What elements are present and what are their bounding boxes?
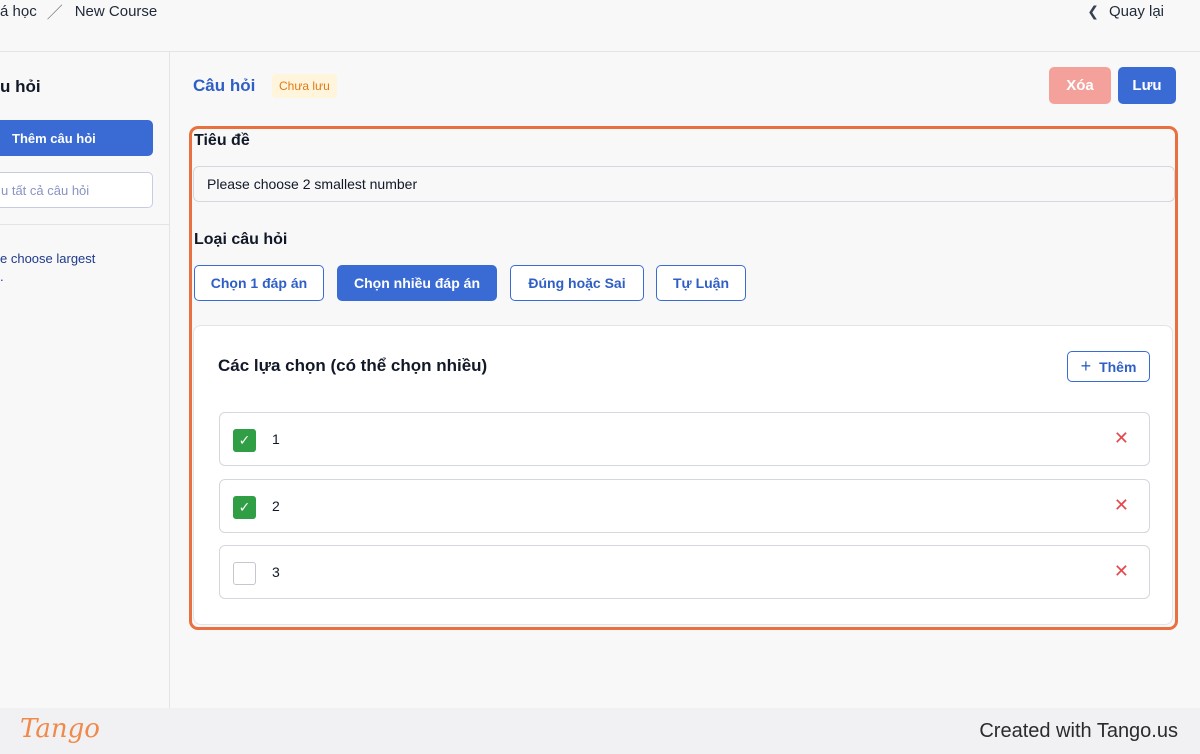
check-icon: ✓	[238, 499, 251, 515]
check-icon: ✓	[238, 432, 251, 448]
sidebar: u hỏi Thêm câu hỏi u tất cả câu hỏi e ch…	[0, 52, 170, 708]
chevron-left-icon: ❮	[1087, 2, 1099, 19]
top-bar: á học ／ New Course ❮ Quay lại	[0, 0, 1200, 52]
type-multiple-choice-button[interactable]: Chọn nhiều đáp án	[337, 265, 497, 301]
created-with-credit: Created with Tango.us	[979, 720, 1178, 742]
save-button[interactable]: Lưu	[1118, 67, 1176, 104]
title-label: Tiêu đề	[194, 132, 250, 149]
sidebar-item-label-line2: .	[0, 269, 4, 284]
title-input[interactable]: Please choose 2 smallest number	[193, 166, 1175, 202]
status-badge: Chưa lưu	[272, 74, 337, 98]
type-true-false-button[interactable]: Đúng hoặc Sai	[510, 265, 644, 301]
type-single-choice-button[interactable]: Chọn 1 đáp án	[194, 265, 324, 301]
back-label: Quay lại	[1108, 2, 1164, 20]
plus-icon: +	[1080, 356, 1092, 376]
option-text[interactable]: 1	[272, 431, 280, 447]
search-questions-input[interactable]: u tất cả câu hỏi	[0, 172, 153, 208]
remove-option-icon[interactable]: ✕	[1114, 495, 1129, 516]
options-title: Các lựa chọn (có thể chọn nhiều)	[218, 356, 488, 375]
type-essay-button[interactable]: Tự Luận	[656, 265, 746, 301]
option-text[interactable]: 2	[272, 498, 280, 514]
breadcrumb: á học ／ New Course	[0, 2, 158, 23]
sidebar-item-question[interactable]: e choose largest .	[0, 250, 95, 286]
footer: Tango Created with Tango.us	[0, 708, 1200, 754]
remove-option-icon[interactable]: ✕	[1114, 428, 1129, 449]
option-text[interactable]: 3	[272, 564, 280, 580]
option-checkbox[interactable]: ✓	[233, 429, 256, 452]
option-row: 3 ✕	[219, 545, 1150, 599]
option-row: ✓ 1 ✕	[219, 412, 1150, 466]
option-row: ✓ 2 ✕	[219, 479, 1150, 533]
add-option-button[interactable]: + Thêm	[1067, 351, 1150, 382]
sidebar-title: u hỏi	[0, 77, 41, 96]
back-link[interactable]: ❮ Quay lại	[1087, 2, 1164, 20]
sidebar-item-label: e choose largest	[0, 251, 96, 266]
remove-option-icon[interactable]: ✕	[1114, 561, 1129, 582]
page-title: Câu hỏi	[193, 76, 256, 95]
option-checkbox[interactable]	[233, 562, 256, 585]
add-question-button[interactable]: Thêm câu hỏi	[0, 120, 153, 156]
question-type-label: Loại câu hỏi	[194, 231, 288, 248]
breadcrumb-current: New Course	[74, 2, 158, 20]
option-checkbox[interactable]: ✓	[233, 496, 256, 519]
breadcrumb-parent[interactable]: á học	[0, 3, 37, 20]
breadcrumb-separator-icon: ／	[46, 5, 63, 22]
tango-logo: Tango	[20, 714, 100, 744]
sidebar-divider	[0, 224, 169, 225]
add-option-label: Thêm	[1099, 358, 1137, 375]
delete-button[interactable]: Xóa	[1049, 67, 1111, 104]
